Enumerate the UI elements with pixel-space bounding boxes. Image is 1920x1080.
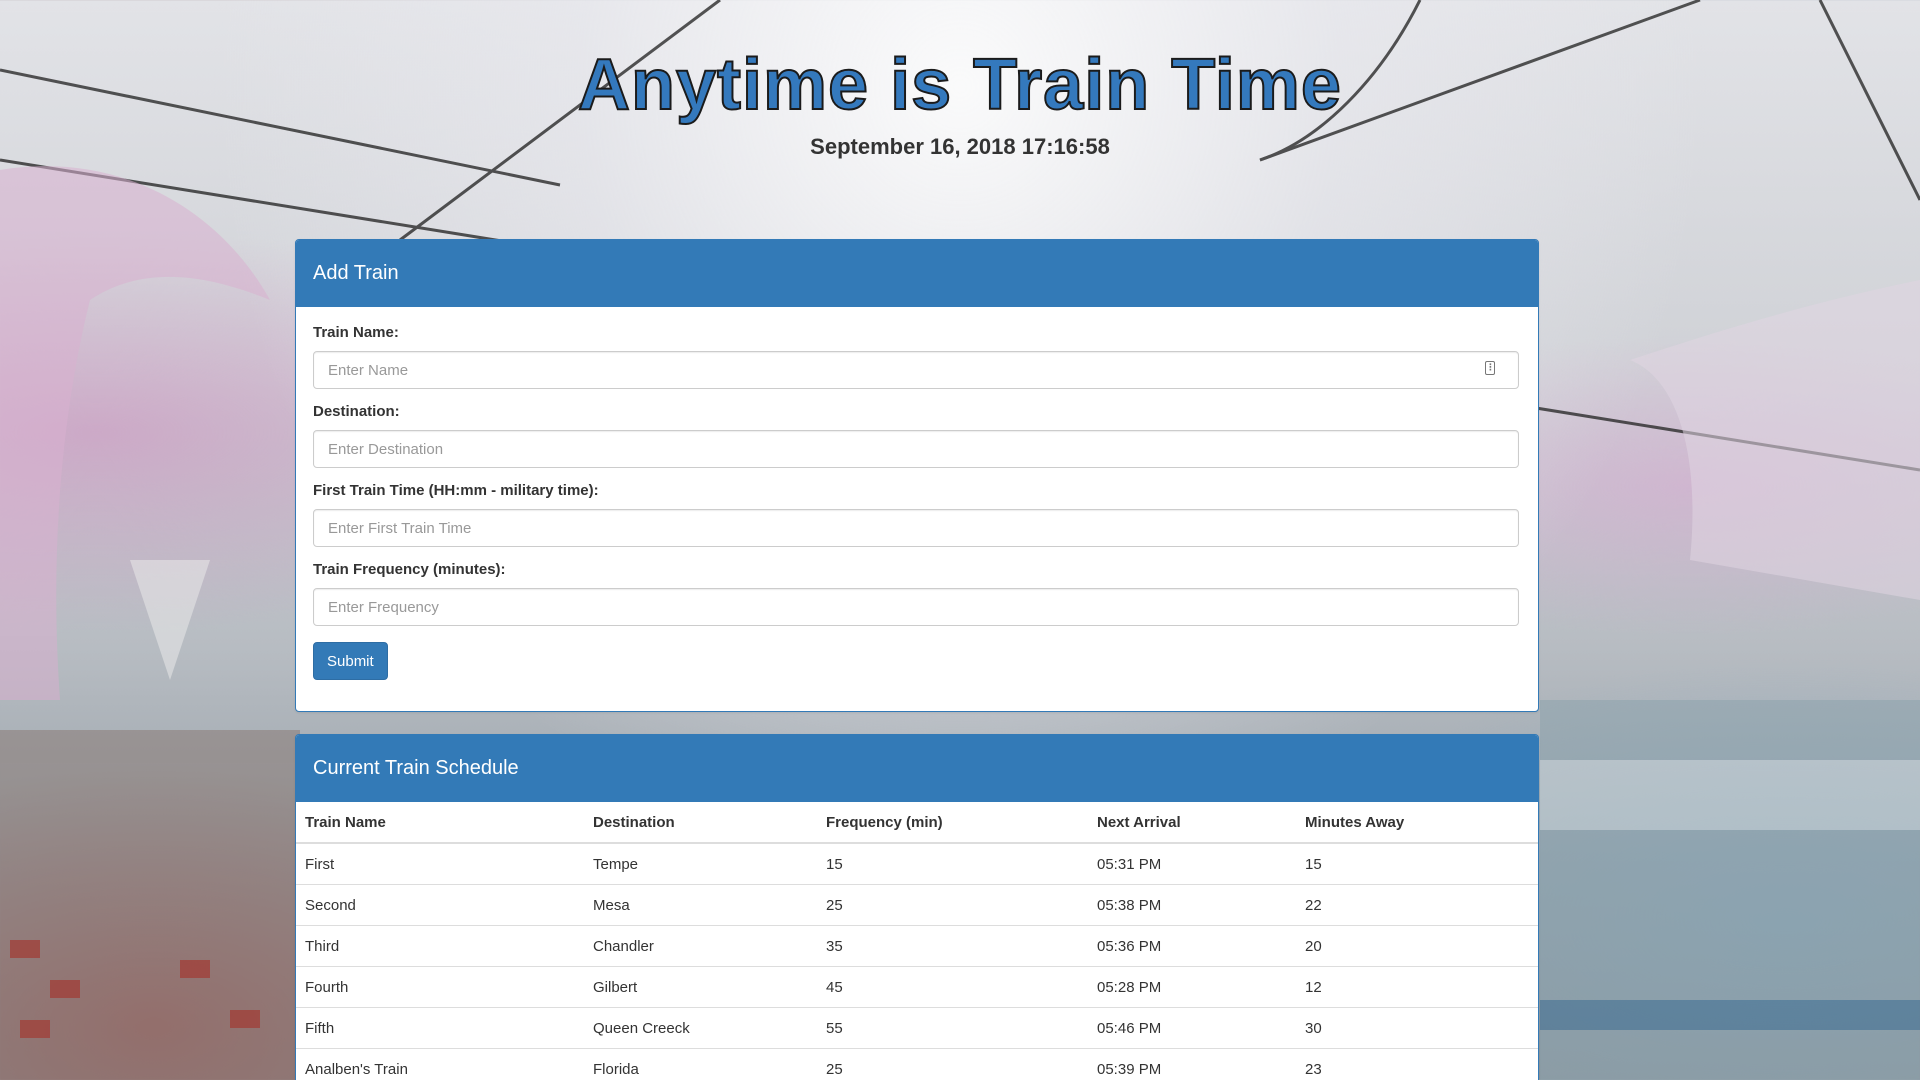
frequency-label: Train Frequency (minutes): xyxy=(313,561,506,578)
cell-next-arrival: 05:31 PM xyxy=(1088,842,1296,885)
destination-input[interactable] xyxy=(313,430,1519,468)
cell-train-name: Analben's Train xyxy=(296,1048,584,1080)
table-row: First Tempe 15 05:31 PM 15 xyxy=(296,842,1538,885)
schedule-heading: Current Train Schedule xyxy=(296,735,1538,802)
table-row: Fifth Queen Creeck 55 05:46 PM 30 xyxy=(296,1007,1538,1049)
first-train-time-label: First Train Time (HH:mm - military time)… xyxy=(313,482,599,499)
add-train-panel: Add Train Train Name: ⋮ Destination: Fir… xyxy=(295,239,1539,712)
add-train-form: Train Name: ⋮ Destination: First Train T… xyxy=(296,307,1538,680)
first-train-time-input[interactable] xyxy=(313,509,1519,547)
cell-destination: Tempe xyxy=(584,842,817,885)
cell-frequency: 55 xyxy=(817,1007,1088,1049)
cell-train-name: Third xyxy=(296,925,584,967)
page-title: Anytime is Train Time xyxy=(577,44,1342,126)
destination-label: Destination: xyxy=(313,403,400,420)
train-schedule-panel: Current Train Schedule Train Name Destin… xyxy=(295,734,1539,1080)
page-header: Anytime is Train Time September 16, 2018… xyxy=(0,40,1920,160)
destination-group: Destination: xyxy=(313,403,1521,468)
cell-frequency: 25 xyxy=(817,884,1088,926)
cell-train-name: First xyxy=(296,842,584,885)
cell-minutes-away: 20 xyxy=(1296,925,1538,967)
table-row: Analben's Train Florida 25 05:39 PM 23 xyxy=(296,1048,1538,1080)
cell-destination: Chandler xyxy=(584,925,817,967)
cell-train-name: Second xyxy=(296,884,584,926)
cell-destination: Gilbert xyxy=(584,966,817,1008)
cell-frequency: 25 xyxy=(817,1048,1088,1080)
cell-frequency: 15 xyxy=(817,842,1088,885)
cell-minutes-away: 12 xyxy=(1296,966,1538,1008)
train-name-label: Train Name: xyxy=(313,324,399,341)
cell-train-name: Fifth xyxy=(296,1007,584,1049)
train-name-group: Train Name: ⋮ xyxy=(313,324,1521,389)
table-row: Fourth Gilbert 45 05:28 PM 12 xyxy=(296,966,1538,1008)
frequency-group: Train Frequency (minutes): xyxy=(313,561,1521,626)
cell-next-arrival: 05:36 PM xyxy=(1088,925,1296,967)
cell-minutes-away: 23 xyxy=(1296,1048,1538,1080)
add-train-heading: Add Train xyxy=(296,240,1538,307)
cell-destination: Florida xyxy=(584,1048,817,1080)
table-row: Third Chandler 35 05:36 PM 20 xyxy=(296,925,1538,967)
frequency-input[interactable] xyxy=(313,588,1519,626)
table-row: Second Mesa 25 05:38 PM 22 xyxy=(296,884,1538,926)
contact-card-icon[interactable]: ⋮ xyxy=(1485,361,1495,375)
column-header-destination: Destination xyxy=(584,802,817,844)
cell-next-arrival: 05:46 PM xyxy=(1088,1007,1296,1049)
cell-minutes-away: 22 xyxy=(1296,884,1538,926)
cell-next-arrival: 05:38 PM xyxy=(1088,884,1296,926)
current-datetime: September 16, 2018 17:16:58 xyxy=(810,134,1110,159)
table-header-row: Train Name Destination Frequency (min) N… xyxy=(296,802,1538,844)
cell-frequency: 45 xyxy=(817,966,1088,1008)
cell-destination: Queen Creeck xyxy=(584,1007,817,1049)
column-header-frequency: Frequency (min) xyxy=(817,802,1088,844)
submit-button[interactable]: Submit xyxy=(313,642,388,680)
cell-minutes-away: 30 xyxy=(1296,1007,1538,1049)
cell-train-name: Fourth xyxy=(296,966,584,1008)
cell-next-arrival: 05:39 PM xyxy=(1088,1048,1296,1080)
first-train-time-group: First Train Time (HH:mm - military time)… xyxy=(313,482,1521,547)
column-header-next-arrival: Next Arrival xyxy=(1088,802,1296,844)
column-header-train-name: Train Name xyxy=(296,802,584,844)
column-header-minutes-away: Minutes Away xyxy=(1296,802,1538,844)
cell-frequency: 35 xyxy=(817,925,1088,967)
train-name-input[interactable] xyxy=(313,351,1519,389)
cell-minutes-away: 15 xyxy=(1296,842,1538,885)
cell-destination: Mesa xyxy=(584,884,817,926)
schedule-table: Train Name Destination Frequency (min) N… xyxy=(296,802,1538,1080)
cell-next-arrival: 05:28 PM xyxy=(1088,966,1296,1008)
train-name-wrap: ⋮ xyxy=(313,351,1521,389)
